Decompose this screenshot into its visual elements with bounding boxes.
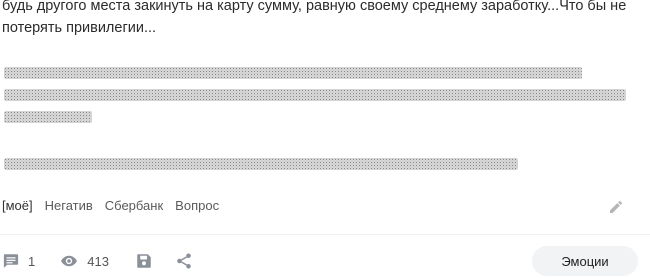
obscured-line xyxy=(4,111,92,123)
comments-count: 1 xyxy=(28,253,36,269)
tag-negative[interactable]: Негатив xyxy=(45,198,93,213)
tag-list: [моё] Негатив Сбербанк Вопрос xyxy=(2,198,219,213)
obscured-line xyxy=(4,67,582,79)
emotions-button[interactable]: Эмоции xyxy=(532,246,638,276)
save-icon[interactable] xyxy=(135,252,153,270)
views-stat: 413 xyxy=(59,252,109,270)
pencil-icon[interactable] xyxy=(608,199,624,215)
post-text: будь другого места закинуть на карту сум… xyxy=(2,0,642,39)
tag-question[interactable]: Вопрос xyxy=(175,198,219,213)
comment-icon xyxy=(2,252,20,270)
obscured-line xyxy=(4,89,626,101)
eye-icon xyxy=(59,252,79,270)
comments-button[interactable]: 1 xyxy=(2,252,35,270)
obscured-line xyxy=(4,158,518,170)
post-footer: 1 413 xyxy=(2,246,193,276)
views-count: 413 xyxy=(87,253,109,269)
post-card: будь другого места закинуть на карту сум… xyxy=(0,0,650,278)
divider xyxy=(0,234,650,235)
tag-sberbank[interactable]: Сбербанк xyxy=(105,198,163,213)
share-icon[interactable] xyxy=(175,252,193,270)
post-text-line: будь другого места закинуть на карту сум… xyxy=(2,0,627,14)
obscured-paragraph xyxy=(4,67,626,133)
tag-own[interactable]: [моё] xyxy=(2,198,33,213)
obscured-paragraph xyxy=(4,158,518,180)
post-text-line: потерять привилегии... xyxy=(2,20,157,36)
